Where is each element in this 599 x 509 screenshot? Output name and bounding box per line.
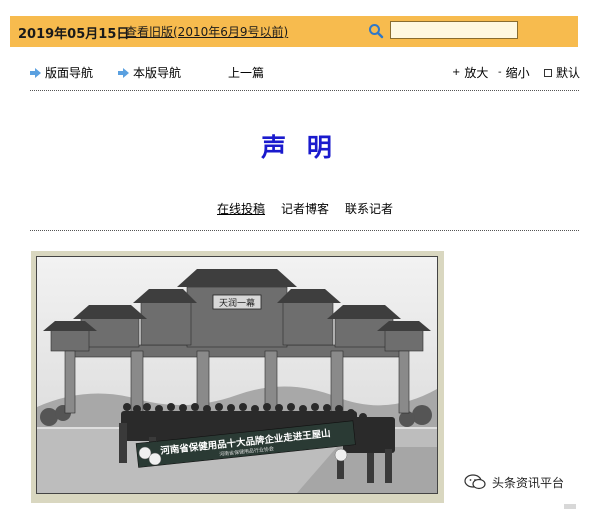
prev-article-link[interactable]: 上一篇 xyxy=(228,64,264,81)
watermark: 头条资讯平台 xyxy=(464,472,564,492)
zoom-out-label: 缩小 xyxy=(505,66,530,80)
search-input[interactable] xyxy=(390,21,518,39)
top-bar: 2019年05月15日 查看旧版(2010年6月9号以前) xyxy=(10,16,578,47)
submit-link[interactable]: 在线投稿 xyxy=(217,200,265,217)
arrow-right-icon xyxy=(30,67,41,78)
plus-icon: + xyxy=(452,67,461,78)
watermark-text: 头条资讯平台 xyxy=(492,475,565,490)
article-photo[interactable]: 天润一幕 河南省保健用品十大品牌企业走进王屋山 河南省保健用品行业协会 xyxy=(36,256,438,494)
article-links: 在线投稿 记者博客 联系记者 xyxy=(0,200,599,218)
contact-reporter-link[interactable]: 联系记者 xyxy=(345,200,393,217)
layout-nav-link[interactable]: 版面导航 xyxy=(30,64,93,81)
nav-bar: 版面导航 本版导航 上一篇 + 放大 - 缩小 默认 xyxy=(30,64,580,82)
minus-icon: - xyxy=(498,67,502,78)
photo-frame: 天润一幕 河南省保健用品十大品牌企业走进王屋山 河南省保健用品行业协会 xyxy=(31,251,444,503)
default-size-label: 默认 xyxy=(556,66,581,80)
wechat-icon xyxy=(464,474,486,490)
search-icon[interactable] xyxy=(368,23,384,39)
scrollbar-corner xyxy=(564,504,576,509)
this-page-nav-label: 本版导航 xyxy=(133,66,182,80)
prev-article-label: 上一篇 xyxy=(228,66,265,80)
default-size-button[interactable]: 默认 xyxy=(544,64,580,81)
gate-plaque-text: 天润一幕 xyxy=(219,297,255,309)
arrow-right-icon xyxy=(118,67,129,78)
issue-date: 2019年05月15日 xyxy=(18,27,130,42)
divider xyxy=(30,90,579,91)
square-icon xyxy=(544,68,552,77)
old-edition-link[interactable]: 查看旧版(2010年6月9号以前) xyxy=(125,23,288,40)
zoom-out-button[interactable]: - 缩小 xyxy=(498,64,530,81)
zoom-in-button[interactable]: + 放大 xyxy=(452,64,488,81)
memorial-archway-illustration: 天润一幕 河南省保健用品十大品牌企业走进王屋山 河南省保健用品行业协会 xyxy=(37,257,437,493)
zoom-in-label: 放大 xyxy=(464,66,489,80)
layout-nav-label: 版面导航 xyxy=(45,66,94,80)
reporter-blog-link[interactable]: 记者博客 xyxy=(281,200,329,217)
this-page-nav-link[interactable]: 本版导航 xyxy=(118,64,181,81)
divider xyxy=(30,230,579,231)
article-title: 声 明 xyxy=(261,133,338,162)
